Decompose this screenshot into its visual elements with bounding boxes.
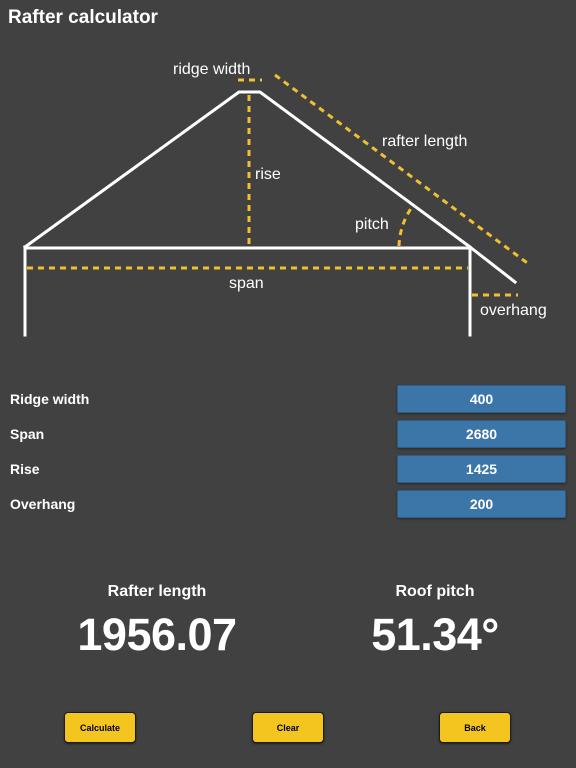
span-label: span bbox=[229, 275, 264, 292]
rafter-overhang-line bbox=[467, 244, 518, 285]
pitch-label: pitch bbox=[355, 216, 389, 233]
roof-structure bbox=[22, 90, 518, 337]
roof-pitch-result-label: Roof pitch bbox=[395, 583, 475, 600]
back-button[interactable]: Back bbox=[439, 712, 511, 743]
ridge-width-input[interactable] bbox=[397, 385, 566, 413]
rafter-calculator-screen: Rafter calculator ridge width rafter len… bbox=[0, 0, 576, 768]
ridge-width-row: Ridge width bbox=[0, 385, 576, 413]
overhang-label: overhang bbox=[480, 302, 547, 319]
ridge-width-label: ridge width bbox=[173, 61, 250, 78]
dimension-lines bbox=[27, 73, 531, 297]
rise-input[interactable] bbox=[397, 455, 566, 483]
overhang-field-label: Overhang bbox=[10, 496, 76, 512]
overhang-input[interactable] bbox=[397, 490, 566, 518]
rafter-length-result: Rafter length 1956.07 bbox=[27, 582, 287, 660]
rise-field-label: Rise bbox=[10, 461, 40, 477]
rafter-length-label: rafter length bbox=[382, 133, 467, 150]
rise-label: rise bbox=[255, 166, 281, 183]
rise-row: Rise bbox=[0, 455, 576, 483]
span-row: Span bbox=[0, 420, 576, 448]
rafter-length-dimension bbox=[274, 73, 531, 267]
ridge-width-field-label: Ridge width bbox=[10, 391, 90, 407]
roof-pitch-result: Roof pitch 51.34° bbox=[305, 582, 565, 660]
roof-pitch-result-value: 51.34° bbox=[371, 609, 499, 660]
clear-button[interactable]: Clear bbox=[252, 712, 324, 743]
rafter-length-result-label: Rafter length bbox=[107, 583, 207, 600]
pitch-arc bbox=[397, 206, 414, 247]
overhang-row: Overhang bbox=[0, 490, 576, 518]
rafter-length-result-value: 1956.07 bbox=[77, 609, 237, 660]
span-input[interactable] bbox=[397, 420, 566, 448]
span-field-label: Span bbox=[10, 426, 45, 442]
page-title: Rafter calculator bbox=[8, 7, 158, 28]
calculate-button[interactable]: Calculate bbox=[64, 712, 136, 743]
roof-diagram: ridge width rafter length rise pitch spa… bbox=[22, 61, 547, 337]
